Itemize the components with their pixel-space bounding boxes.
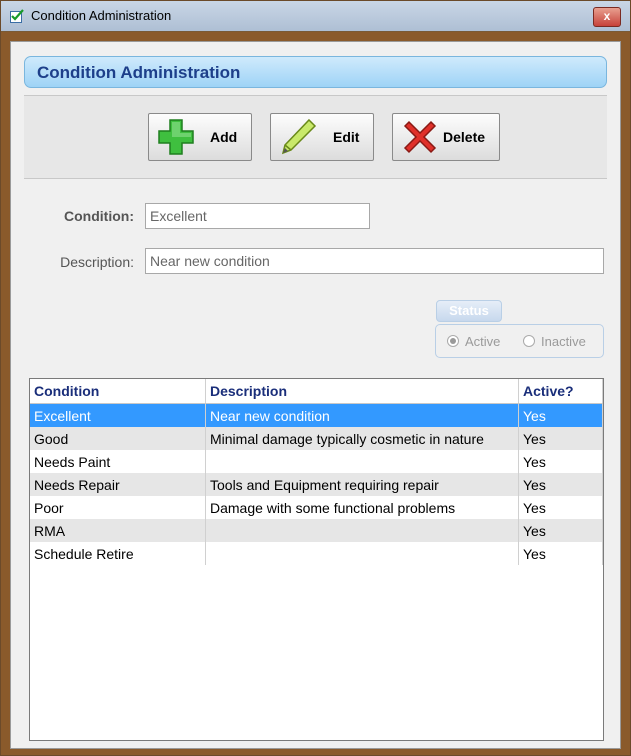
table-row[interactable]: Poor Damage with some functional problem… xyxy=(30,496,603,519)
cell-condition: Poor xyxy=(30,496,206,519)
page-title: Condition Administration xyxy=(37,63,241,82)
delete-label: Delete xyxy=(443,129,486,145)
add-button[interactable]: Add xyxy=(148,113,252,161)
active-radio[interactable]: Active xyxy=(447,334,500,349)
radio-selected-icon xyxy=(447,335,459,347)
cell-condition: Schedule Retire xyxy=(30,542,206,565)
condition-field[interactable]: Excellent xyxy=(145,203,370,229)
window-title: Condition Administration xyxy=(31,8,172,23)
conditions-table[interactable]: Condition Description Active? Excellent … xyxy=(29,378,604,741)
cell-active: Yes xyxy=(518,473,603,496)
plus-icon xyxy=(158,119,194,155)
cell-condition: Excellent xyxy=(30,403,206,427)
cell-active: Yes xyxy=(518,427,603,450)
table-row[interactable]: Needs Paint Yes xyxy=(30,450,603,473)
table-row[interactable]: Schedule Retire Yes xyxy=(30,542,603,565)
edit-label: Edit xyxy=(333,129,360,145)
red-x-icon xyxy=(403,120,437,154)
cell-active: Yes xyxy=(518,403,603,427)
inactive-radio[interactable]: Inactive xyxy=(523,334,586,349)
table-row[interactable]: RMA Yes xyxy=(30,519,603,542)
cell-condition: Good xyxy=(30,427,206,450)
description-field[interactable]: Near new condition xyxy=(145,248,604,274)
cell-description xyxy=(205,519,519,542)
table-row[interactable]: Good Minimal damage typically cosmetic i… xyxy=(30,427,603,450)
condition-label: Condition: xyxy=(64,208,134,224)
add-label: Add xyxy=(210,129,238,145)
cell-description: Tools and Equipment requiring repair xyxy=(205,473,519,496)
table-header-row: Condition Description Active? xyxy=(30,379,603,404)
cell-active: Yes xyxy=(518,519,603,542)
cell-description: Near new condition xyxy=(205,403,519,427)
toolbar: Add Edit Delete xyxy=(24,95,607,179)
cell-description xyxy=(205,542,519,565)
cell-active: Yes xyxy=(518,496,603,519)
pencil-icon xyxy=(281,118,317,155)
status-legend: Status xyxy=(436,300,502,322)
column-header-condition[interactable]: Condition xyxy=(30,379,206,404)
table-row[interactable]: Excellent Near new condition Yes xyxy=(30,403,603,427)
delete-button[interactable]: Delete xyxy=(392,113,500,161)
column-header-active[interactable]: Active? xyxy=(518,379,603,404)
main-panel: Condition Administration Add Edit Delete… xyxy=(10,41,621,749)
column-header-description[interactable]: Description xyxy=(205,379,519,404)
inactive-radio-label: Inactive xyxy=(541,334,586,349)
cell-description: Damage with some functional problems xyxy=(205,496,519,519)
cell-active: Yes xyxy=(518,450,603,473)
app-window: Condition Administration x Condition Adm… xyxy=(0,0,631,756)
table-row[interactable]: Needs Repair Tools and Equipment requiri… xyxy=(30,473,603,496)
cell-condition: RMA xyxy=(30,519,206,542)
cell-description xyxy=(205,450,519,473)
cell-active: Yes xyxy=(518,542,603,565)
edit-button[interactable]: Edit xyxy=(270,113,374,161)
page-header: Condition Administration xyxy=(24,56,607,88)
description-label: Description: xyxy=(60,254,134,270)
cell-description: Minimal damage typically cosmetic in nat… xyxy=(205,427,519,450)
radio-unselected-icon xyxy=(523,335,535,347)
active-radio-label: Active xyxy=(465,334,501,349)
title-bar[interactable]: Condition Administration x xyxy=(1,1,630,32)
checkbox-app-icon xyxy=(10,9,24,23)
cell-condition: Needs Paint xyxy=(30,450,206,473)
cell-condition: Needs Repair xyxy=(30,473,206,496)
close-button[interactable]: x xyxy=(593,7,621,27)
